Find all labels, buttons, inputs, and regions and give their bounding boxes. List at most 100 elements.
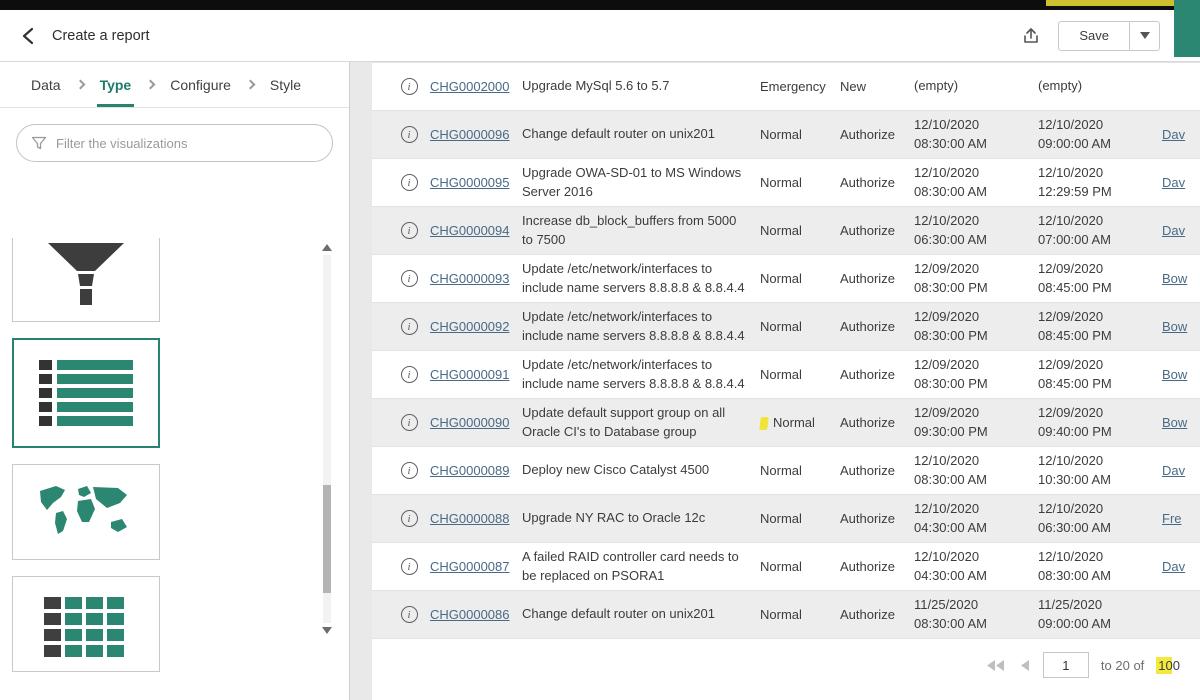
change-number-link[interactable]: CHG0000088 [430, 511, 522, 526]
chrome-yellow-segment [1046, 0, 1174, 6]
planned-start-cell: 12/09/2020 08:30:00 PM [914, 308, 1038, 344]
visualization-list [0, 238, 349, 672]
save-dropdown-button[interactable] [1130, 21, 1160, 51]
table-row[interactable]: iCHG0000093Update /etc/network/interface… [372, 255, 1200, 303]
planned-start-cell: 12/09/2020 09:30:00 PM [914, 404, 1038, 440]
assigned-to-link[interactable]: Fre [1162, 511, 1200, 526]
change-number-link[interactable]: CHG0000086 [430, 607, 522, 622]
first-page-button[interactable] [985, 658, 1006, 673]
change-number-link[interactable]: CHG0000092 [430, 319, 522, 334]
page-number-input[interactable] [1043, 652, 1089, 678]
assigned-to-link[interactable]: Dav [1162, 223, 1200, 238]
info-icon[interactable]: i [401, 366, 418, 383]
change-number-link[interactable]: CHG0000087 [430, 559, 522, 574]
table-row[interactable]: iCHG0000090Update default support group … [372, 399, 1200, 447]
priority-cell: Normal [760, 127, 840, 142]
table-row[interactable]: i CHG0000087A failed RAID controller card… [372, 543, 1200, 591]
priority-cell: Normal [760, 271, 840, 286]
scroll-up-icon[interactable] [322, 244, 332, 251]
wizard-steps: Data Type Configure Style [0, 62, 349, 108]
export-button[interactable] [1018, 23, 1044, 49]
change-number-link[interactable]: CHG0000094 [430, 223, 522, 238]
planned-end-cell: 12/09/2020 08:45:00 PM [1038, 260, 1162, 296]
change-number-link[interactable]: CHG0000091 [430, 367, 522, 382]
wizard-step-style[interactable]: Style [267, 63, 304, 107]
wizard-step-configure[interactable]: Configure [167, 63, 234, 107]
state-cell: Authorize [840, 223, 914, 238]
planned-end-cell: 12/10/2020 10:30:00 AM [1038, 452, 1162, 488]
info-icon[interactable]: i [401, 174, 418, 191]
info-icon-cell: i [388, 414, 430, 431]
funnel-filter-icon [31, 135, 47, 151]
viz-type-pivot-table[interactable] [12, 576, 160, 672]
change-number-link[interactable]: CHG0000095 [430, 175, 522, 190]
info-icon[interactable]: i [401, 462, 418, 479]
change-number-link[interactable]: CHG0000089 [430, 463, 522, 478]
scroll-down-icon[interactable] [322, 627, 332, 634]
state-cell: Authorize [840, 607, 914, 622]
scrollbar-track[interactable] [323, 255, 331, 623]
table-row[interactable]: iCHG0000095Upgrade OWA-SD-01 to MS Windo… [372, 159, 1200, 207]
info-icon[interactable]: i [401, 126, 418, 143]
short-description: Update /etc/network/interfaces to includ… [522, 356, 760, 392]
save-button-group: Save [1058, 21, 1160, 51]
chevron-left-icon [18, 25, 40, 47]
planned-end-cell: (empty) [1038, 77, 1162, 95]
short-description: A failed RAID controller card needs to b… [522, 548, 760, 584]
info-icon[interactable]: i [401, 558, 418, 575]
table-row[interactable]: i CHG0000086Change default router on unix… [372, 591, 1200, 639]
planned-end-cell: 12/10/2020 08:30:00 AM [1038, 548, 1162, 584]
info-icon[interactable]: i [401, 222, 418, 239]
change-number-link[interactable]: CHG0000096 [430, 127, 522, 142]
info-icon[interactable]: i [401, 318, 418, 335]
info-icon-cell: i [388, 366, 430, 383]
info-icon-cell: i [388, 78, 430, 95]
info-icon[interactable]: i [401, 78, 418, 95]
wizard-step-type[interactable]: Type [97, 63, 135, 107]
assigned-to-link[interactable]: Dav [1162, 463, 1200, 478]
table-row[interactable]: i CHG0000091Update /etc/network/interface… [372, 351, 1200, 399]
info-icon[interactable]: i [401, 510, 418, 527]
save-button[interactable]: Save [1058, 21, 1130, 51]
assigned-to-link[interactable]: Dav [1162, 175, 1200, 190]
viz-scrollbar[interactable] [321, 244, 333, 634]
viz-type-world-map[interactable] [12, 464, 160, 560]
assigned-to-link[interactable]: Dav [1162, 127, 1200, 142]
state-cell: Authorize [840, 271, 914, 286]
viz-type-list[interactable] [12, 338, 160, 448]
change-number-link[interactable]: CHG0002000 [430, 79, 522, 94]
viz-type-funnel[interactable] [12, 238, 160, 322]
table-row[interactable]: iCHG0000089Deploy new Cisco Catalyst 450… [372, 447, 1200, 495]
info-icon[interactable]: i [401, 270, 418, 287]
change-number-link[interactable]: CHG0000090 [430, 415, 522, 430]
assigned-to-link[interactable]: Bow [1162, 367, 1200, 382]
short-description: Change default router on unix201 [522, 605, 760, 623]
info-icon[interactable]: i [401, 414, 418, 431]
table-row[interactable]: iCHG0002000Upgrade MySql 5.6 to 5.7Emerg… [372, 63, 1200, 111]
priority-cell: Normal [760, 607, 840, 622]
change-number-link[interactable]: CHG0000093 [430, 271, 522, 286]
state-cell: Authorize [840, 511, 914, 526]
filter-visualizations-input[interactable] [56, 136, 318, 151]
wizard-step-data[interactable]: Data [28, 63, 64, 107]
table-row[interactable]: iCHG0000096Change default router on unix… [372, 111, 1200, 159]
pivot-table-icon [36, 591, 136, 657]
priority-cell: Normal [760, 415, 840, 430]
scrollbar-thumb[interactable] [323, 485, 331, 593]
pagination-range-text: to 20 of [1101, 658, 1144, 673]
assigned-to-link[interactable]: Bow [1162, 415, 1200, 430]
header-actions: Save [1018, 21, 1160, 51]
assigned-to-link[interactable]: Bow [1162, 271, 1200, 286]
info-icon[interactable]: i [401, 606, 418, 623]
table-row[interactable]: iCHG0000094Increase db_block_buffers fro… [372, 207, 1200, 255]
back-chevron-button[interactable] [18, 25, 40, 47]
funnel-chart-icon [36, 239, 136, 309]
table-row[interactable]: iCHG0000092Update /etc/network/interface… [372, 303, 1200, 351]
corner-teal-block[interactable] [1174, 0, 1200, 57]
table-row[interactable]: iCHG0000088Upgrade NY RAC to Oracle 12cN… [372, 495, 1200, 543]
priority-cell: Normal [760, 367, 840, 382]
assigned-to-link[interactable]: Dav [1162, 559, 1200, 574]
previous-page-button[interactable] [1018, 658, 1031, 673]
assigned-to-link[interactable]: Bow [1162, 319, 1200, 334]
info-icon-cell: i [388, 222, 430, 239]
